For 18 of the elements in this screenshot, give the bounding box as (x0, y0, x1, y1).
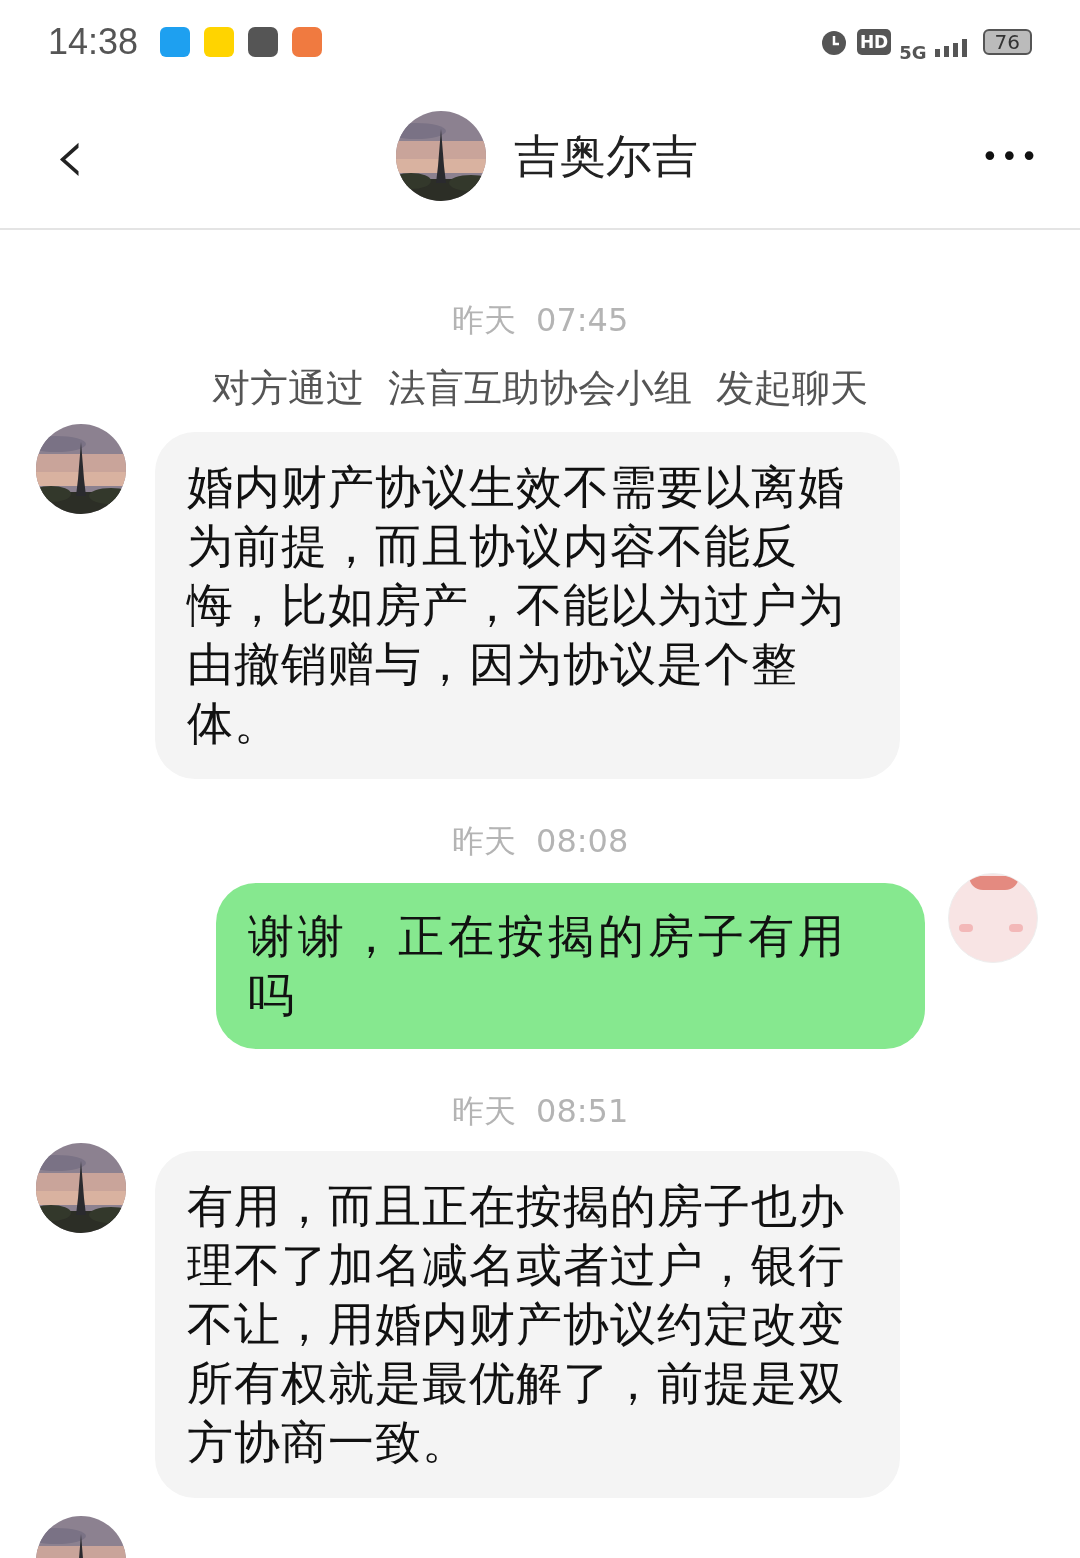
timestamp: 昨天 08:51 (451, 1091, 629, 1131)
hd-badge: HD (856, 29, 892, 55)
message-bubble: 谢谢，正在按揭的房子有用吗 (216, 883, 925, 1049)
chat-title: 吉奥尔吉 (514, 127, 699, 185)
message-bubble: 婚内财产协议生效不需要以离婚为前提，而且协议内容不能反悔，比如房产，不能以为过户为由撤销赠与，因为协议是个整体。 (155, 432, 900, 779)
back-button[interactable]: ‹ (40, 116, 100, 196)
network-label: 5G (899, 44, 927, 62)
battery-indicator: 76 (982, 29, 1032, 55)
app-icon (204, 27, 235, 57)
system-notice: 对方通过 法盲互助协会小组 发起聊天 (211, 365, 869, 412)
more-button[interactable]: ••• (980, 133, 1040, 179)
app-icon (160, 27, 191, 57)
app-icon (292, 27, 323, 57)
message-bubble: 有用，而且正在按揭的房子也办理不了加名减名或者过户，银行不让，用婚内财产协议约定改变所有权就是最优解了，前提是双方协商一致。 (155, 1151, 900, 1498)
timestamp: 昨天 08:08 (451, 821, 629, 861)
signal-icon (934, 37, 969, 57)
timestamp: 昨天 07:45 (451, 300, 629, 340)
status-time: 14:38 (48, 20, 139, 64)
